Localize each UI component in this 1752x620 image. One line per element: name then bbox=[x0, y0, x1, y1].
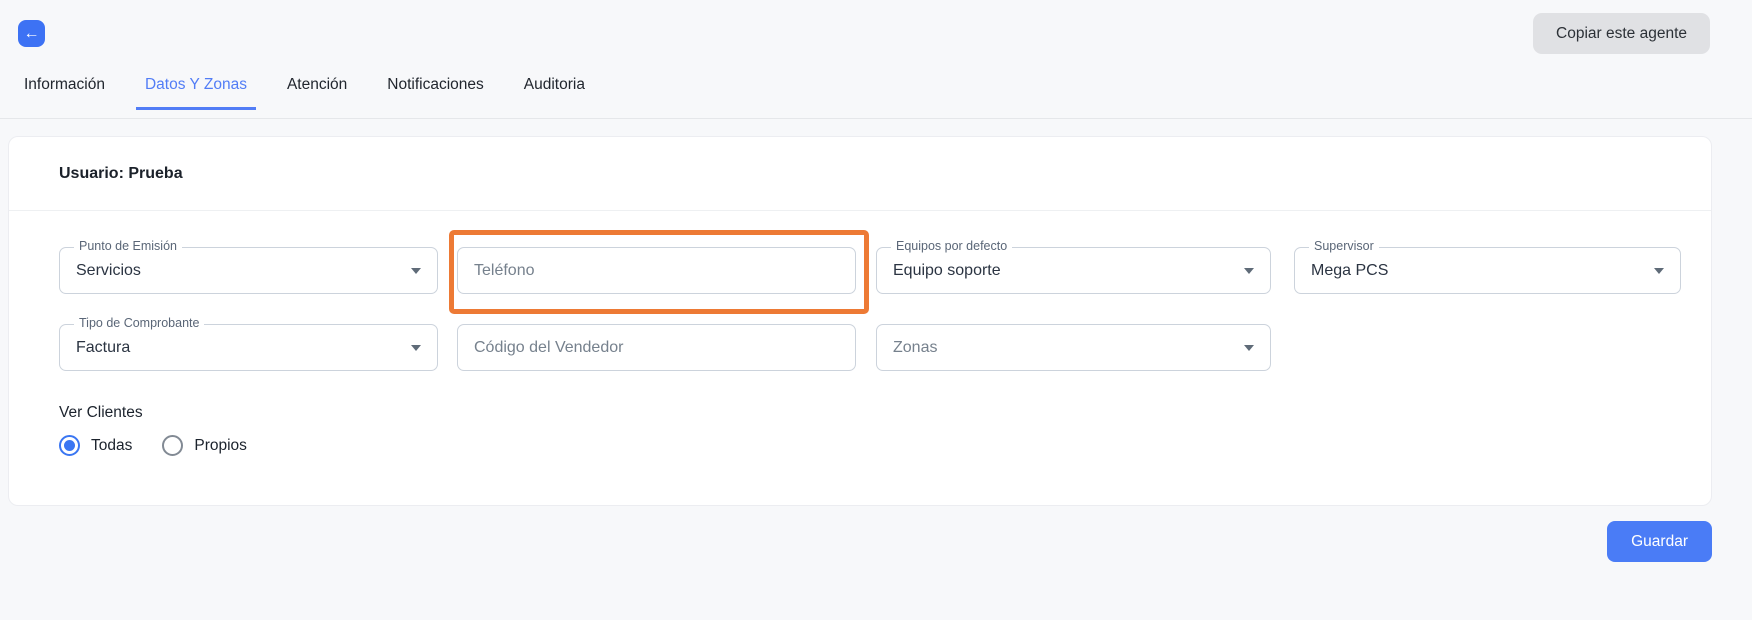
arrow-left-icon: ← bbox=[24, 26, 40, 42]
tab-bar: Información Datos Y Zonas Atención Notif… bbox=[0, 70, 1752, 110]
back-button[interactable]: ← bbox=[18, 20, 45, 47]
save-button[interactable]: Guardar bbox=[1607, 521, 1712, 562]
punto-de-emision-label: Punto de Emisión bbox=[74, 239, 182, 253]
chevron-down-icon bbox=[1244, 268, 1254, 274]
equipos-por-defecto-select[interactable]: Equipos por defecto Equipo soporte bbox=[876, 247, 1271, 294]
form-row-2: Tipo de Comprobante Factura Zonas bbox=[59, 324, 1711, 371]
zonas-placeholder: Zonas bbox=[893, 339, 1234, 357]
supervisor-value: Mega PCS bbox=[1311, 262, 1644, 280]
top-bar: ← Copiar este agente bbox=[0, 0, 1752, 70]
chevron-down-icon bbox=[1654, 268, 1664, 274]
tipo-de-comprobante-select[interactable]: Tipo de Comprobante Factura bbox=[59, 324, 438, 371]
equipos-por-defecto-value: Equipo soporte bbox=[893, 262, 1234, 280]
footer: Guardar bbox=[0, 521, 1712, 562]
chevron-down-icon bbox=[411, 345, 421, 351]
ver-clientes-radio-group: Todas Propios bbox=[59, 435, 1711, 456]
supervisor-label: Supervisor bbox=[1309, 239, 1379, 253]
card-header: Usuario: Prueba bbox=[9, 137, 1711, 211]
ver-clientes-label: Ver Clientes bbox=[59, 404, 1711, 422]
punto-de-emision-value: Servicios bbox=[76, 262, 401, 280]
tab-bar-divider bbox=[0, 118, 1752, 119]
tab-notificaciones[interactable]: Notificaciones bbox=[378, 70, 493, 110]
tab-informacion[interactable]: Información bbox=[15, 70, 114, 110]
radio-todas-label: Todas bbox=[91, 437, 132, 455]
zonas-select[interactable]: Zonas bbox=[876, 324, 1271, 371]
codigo-del-vendedor-field[interactable] bbox=[457, 324, 856, 371]
chevron-down-icon bbox=[1244, 345, 1254, 351]
copy-agent-button[interactable]: Copiar este agente bbox=[1533, 13, 1710, 54]
equipos-por-defecto-label: Equipos por defecto bbox=[891, 239, 1012, 253]
form-row-1: Punto de Emisión Servicios Equipos por d… bbox=[59, 247, 1711, 294]
chevron-down-icon bbox=[411, 268, 421, 274]
tipo-de-comprobante-value: Factura bbox=[76, 339, 401, 357]
telefono-field[interactable] bbox=[457, 247, 856, 294]
supervisor-select[interactable]: Supervisor Mega PCS bbox=[1294, 247, 1681, 294]
punto-de-emision-select[interactable]: Punto de Emisión Servicios bbox=[59, 247, 438, 294]
user-form-card: Usuario: Prueba Punto de Emisión Servici… bbox=[8, 136, 1712, 506]
radio-todas[interactable]: Todas bbox=[59, 435, 132, 456]
tipo-de-comprobante-label: Tipo de Comprobante bbox=[74, 316, 204, 330]
form: Punto de Emisión Servicios Equipos por d… bbox=[9, 247, 1711, 501]
codigo-del-vendedor-input[interactable] bbox=[474, 339, 839, 357]
radio-propios[interactable]: Propios bbox=[162, 435, 247, 456]
telefono-input[interactable] bbox=[474, 262, 839, 280]
tab-datos-y-zonas[interactable]: Datos Y Zonas bbox=[136, 70, 256, 110]
tab-auditoria[interactable]: Auditoria bbox=[515, 70, 594, 110]
tab-atencion[interactable]: Atención bbox=[278, 70, 356, 110]
radio-selected-icon bbox=[59, 435, 80, 456]
radio-propios-label: Propios bbox=[194, 437, 247, 455]
page-title: Usuario: Prueba bbox=[59, 165, 183, 183]
radio-unselected-icon bbox=[162, 435, 183, 456]
